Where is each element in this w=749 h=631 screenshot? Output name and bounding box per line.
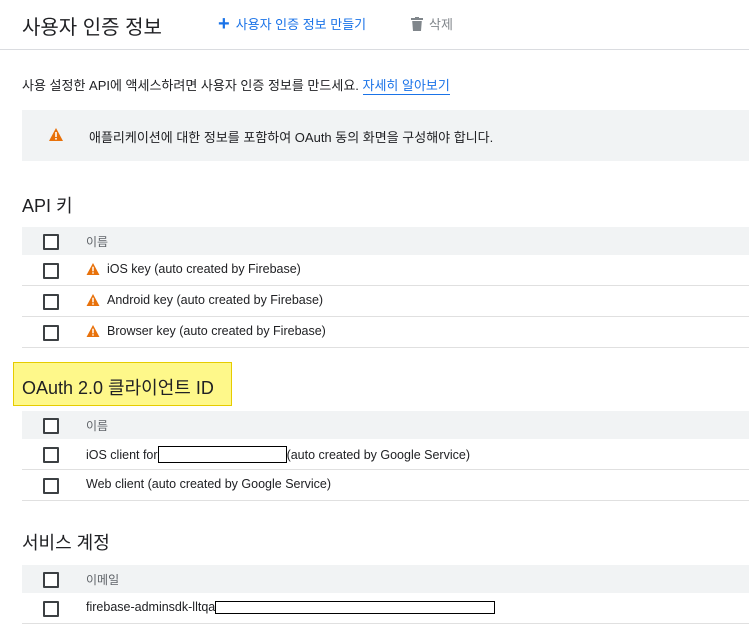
table-row[interactable]: iOS client for (auto created by Google S… xyxy=(22,439,749,470)
select-all-checkbox[interactable] xyxy=(43,234,59,250)
credentials-page: 사용자 인증 정보 + 사용자 인증 정보 만들기 삭제 사용 설정한 API에… xyxy=(0,0,749,631)
row-checkbox[interactable] xyxy=(43,601,59,617)
table-row[interactable]: Web client (auto created by Google Servi… xyxy=(22,470,749,501)
api-key-name[interactable]: iOS key (auto created by Firebase) xyxy=(107,262,301,276)
table-row[interactable]: Android key (auto created by Firebase) xyxy=(22,286,749,317)
service-accounts-table: 이메일 firebase-adminsdk-lltqa xyxy=(22,565,749,624)
oauth-title-highlight: OAuth 2.0 클라이언트 ID xyxy=(13,362,232,406)
select-all-checkbox[interactable] xyxy=(43,572,59,588)
oauth-client-name[interactable]: Web client (auto created by Google Servi… xyxy=(86,477,331,491)
oauth-client-name-suffix[interactable]: (auto created by Google Service) xyxy=(287,448,470,462)
oauth-consent-warning-banner: 애플리케이션에 대한 정보를 포함하여 OAuth 동의 화면을 구성해야 합니… xyxy=(22,110,749,161)
trash-icon xyxy=(411,16,423,31)
service-account-email-prefix[interactable]: firebase-adminsdk-lltqa xyxy=(86,600,215,614)
row-checkbox[interactable] xyxy=(43,294,59,310)
oauth-clients-table: 이름 iOS client for (auto created by Googl… xyxy=(22,411,749,501)
table-header-row: 이메일 xyxy=(22,565,749,593)
warning-icon xyxy=(86,294,100,306)
warning-icon xyxy=(86,263,100,275)
row-checkbox[interactable] xyxy=(43,263,59,279)
intro-description: 사용 설정한 API에 액세스하려면 사용자 인증 정보를 만드세요. xyxy=(22,78,359,93)
service-accounts-title: 서비스 계정 xyxy=(22,533,110,553)
create-credentials-button[interactable]: + 사용자 인증 정보 만들기 xyxy=(218,12,367,35)
column-header-name: 이름 xyxy=(86,419,109,433)
column-header-email: 이메일 xyxy=(86,573,120,587)
learn-more-link[interactable]: 자세히 알아보기 xyxy=(362,78,450,95)
api-keys-title: API 키 xyxy=(22,196,73,216)
oauth-client-name-prefix[interactable]: iOS client for xyxy=(86,448,158,462)
table-header-row: 이름 xyxy=(22,411,749,439)
table-row[interactable]: Browser key (auto created by Firebase) xyxy=(22,317,749,348)
api-keys-table: 이름 iOS key (auto created by Firebase) An… xyxy=(22,227,749,348)
page-header: 사용자 인증 정보 + 사용자 인증 정보 만들기 삭제 xyxy=(0,0,749,50)
delete-label: 삭제 xyxy=(429,17,453,32)
page-title: 사용자 인증 정보 xyxy=(22,17,162,39)
intro-text: 사용 설정한 API에 액세스하려면 사용자 인증 정보를 만드세요. 자세히 … xyxy=(22,75,450,95)
row-checkbox[interactable] xyxy=(43,478,59,494)
table-row[interactable]: iOS key (auto created by Firebase) xyxy=(22,255,749,286)
row-checkbox[interactable] xyxy=(43,325,59,341)
create-credentials-label: 사용자 인증 정보 만들기 xyxy=(235,17,367,32)
table-header-row: 이름 xyxy=(22,227,749,255)
table-row[interactable]: firebase-adminsdk-lltqa xyxy=(22,593,749,624)
select-all-checkbox[interactable] xyxy=(43,418,59,434)
oauth-title: OAuth 2.0 클라이언트 ID xyxy=(22,378,214,398)
api-key-name[interactable]: Android key (auto created by Firebase) xyxy=(107,293,323,307)
column-header-name: 이름 xyxy=(86,235,109,249)
warning-icon xyxy=(86,325,100,337)
row-checkbox[interactable] xyxy=(43,447,59,463)
warning-icon xyxy=(49,128,63,141)
delete-button[interactable]: 삭제 xyxy=(411,14,453,33)
redacted-block xyxy=(157,446,287,463)
redacted-block xyxy=(215,600,496,614)
plus-icon: + xyxy=(218,12,230,35)
warning-text: 애플리케이션에 대한 정보를 포함하여 OAuth 동의 화면을 구성해야 합니… xyxy=(89,130,494,145)
api-key-name[interactable]: Browser key (auto created by Firebase) xyxy=(107,324,326,338)
